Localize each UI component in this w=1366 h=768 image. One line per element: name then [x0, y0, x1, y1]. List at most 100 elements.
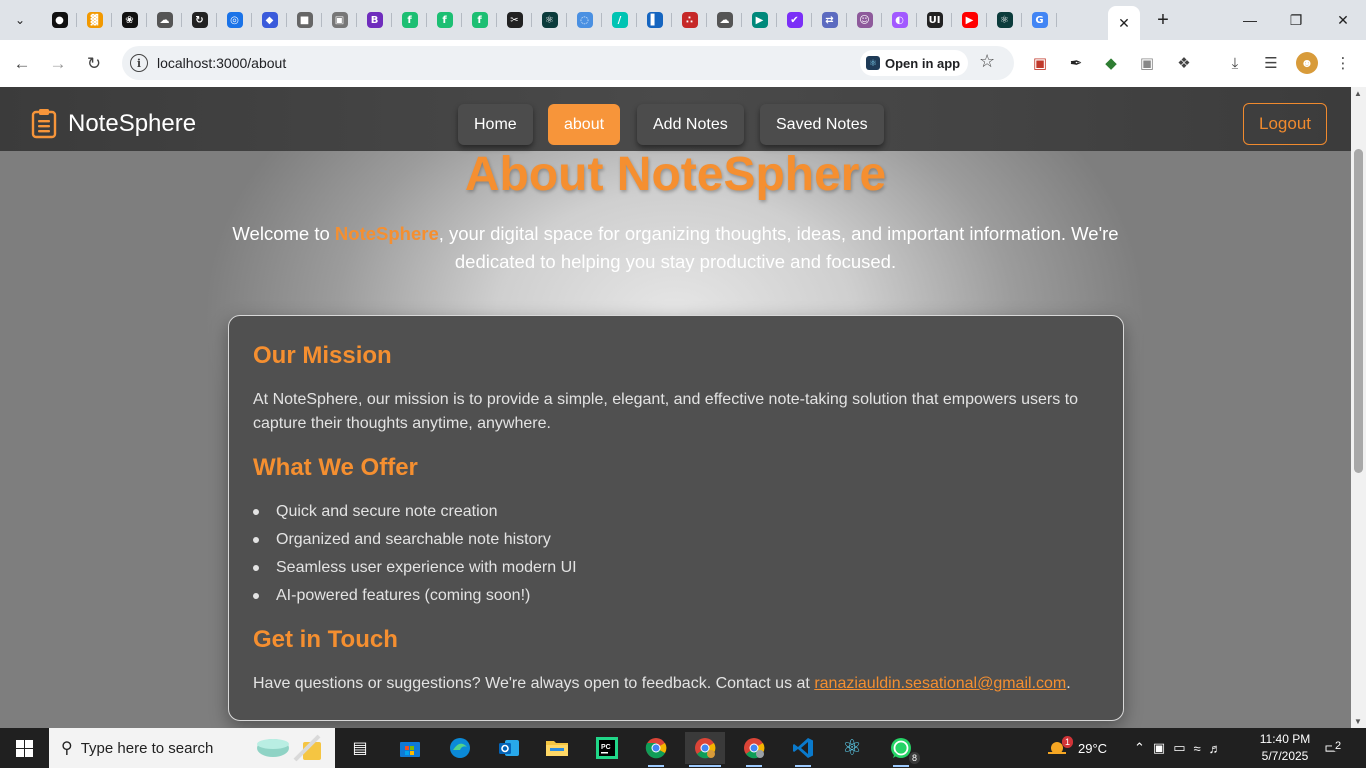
- react-devtools-icon[interactable]: ⚛: [832, 732, 872, 764]
- browser-tab[interactable]: ▶: [742, 6, 777, 34]
- clock[interactable]: 11:40 PM 5/7/2025: [1252, 731, 1318, 765]
- swap-icon: ⇄: [821, 12, 838, 28]
- edge-icon[interactable]: [440, 732, 480, 764]
- download-icon[interactable]: ⤓: [1224, 52, 1246, 74]
- browser-tab[interactable]: ▌: [637, 6, 672, 34]
- nav-about-link[interactable]: about: [548, 104, 621, 145]
- analytics-icon: ▓: [86, 12, 103, 28]
- browser-tab[interactable]: ↻: [182, 6, 217, 34]
- avatar-icon: ☺: [856, 12, 873, 28]
- browser-tab[interactable]: UI: [917, 6, 952, 34]
- scroll-up-arrow-icon[interactable]: ▲: [1354, 89, 1362, 98]
- contact-text-end: .: [1066, 675, 1071, 692]
- browser-tab[interactable]: f: [392, 6, 427, 34]
- page-title: About NoteSphere: [464, 148, 887, 201]
- browser-tab[interactable]: G: [1022, 6, 1057, 34]
- bookmark-star-icon[interactable]: ☆: [979, 51, 995, 72]
- profile-avatar[interactable]: ☻: [1296, 52, 1318, 74]
- active-tab-close-icon[interactable]: ✕: [1108, 6, 1140, 40]
- browser-tab[interactable]: ◐: [882, 6, 917, 34]
- extension-green-icon[interactable]: ◆: [1100, 52, 1122, 74]
- weather-temperature: 29°C: [1078, 740, 1108, 756]
- volume-icon[interactable]: ♬: [1209, 741, 1222, 756]
- browser-tab[interactable]: /: [602, 6, 637, 34]
- cloud-icon: ☁: [156, 12, 173, 28]
- browser-tab[interactable]: ▣: [322, 6, 357, 34]
- design-icon: /: [611, 12, 628, 28]
- about-card: Our Mission At NoteSphere, our mission i…: [228, 315, 1124, 721]
- search-icon: ⚲: [61, 740, 73, 757]
- restore-icon[interactable]: ❐: [1273, 4, 1319, 36]
- network-device-icon[interactable]: ▣: [1153, 740, 1165, 756]
- browser-tab[interactable]: ■: [287, 6, 322, 34]
- url-text[interactable]: localhost:3000/about: [157, 55, 286, 71]
- notification-count: 2: [1332, 740, 1345, 752]
- browser-menu-icon[interactable]: ⋮: [1332, 52, 1354, 74]
- search-highlight-illustration-icon: [257, 734, 321, 762]
- contact-email-link[interactable]: ranaziauldin.sesational@gmail.com: [814, 675, 1066, 692]
- vscode-icon[interactable]: [783, 732, 823, 767]
- file-explorer-icon[interactable]: [537, 732, 577, 764]
- outlook-icon[interactable]: [489, 732, 529, 764]
- browser-tab[interactable]: ⇄: [812, 6, 847, 34]
- page-scrollbar[interactable]: ▲ ▼: [1351, 87, 1366, 728]
- back-icon[interactable]: ←: [9, 51, 35, 77]
- chrome-icon[interactable]: [636, 732, 676, 767]
- browser-tab[interactable]: ◌: [567, 6, 602, 34]
- address-bar[interactable]: i localhost:3000/about ⚛ Open in app ☆: [122, 46, 1014, 80]
- nav-add-notes-link[interactable]: Add Notes: [637, 104, 744, 145]
- weather-widget[interactable]: 29°C 1: [1046, 728, 1107, 768]
- chrome-alt-profile-icon[interactable]: [734, 732, 774, 767]
- browser-tab[interactable]: ▶: [952, 6, 987, 34]
- scroll-down-arrow-icon[interactable]: ▼: [1354, 717, 1362, 726]
- brand[interactable]: NoteSphere: [31, 108, 196, 139]
- notification-center-icon[interactable]: ▭ 2: [1324, 728, 1345, 768]
- show-hidden-icons-icon[interactable]: ⌃: [1134, 740, 1145, 756]
- browser-tab[interactable]: ✂: [497, 6, 532, 34]
- scroll-thumb[interactable]: [1354, 149, 1363, 473]
- browser-tab[interactable]: ☁: [147, 6, 182, 34]
- pycharm-icon[interactable]: PC: [587, 732, 627, 764]
- browser-tab[interactable]: f: [427, 6, 462, 34]
- browser-tab[interactable]: ●: [42, 6, 77, 34]
- browser-tab[interactable]: ✔: [777, 6, 812, 34]
- minimize-icon[interactable]: —: [1227, 4, 1273, 36]
- close-window-icon[interactable]: ✕: [1320, 4, 1366, 36]
- task-view-icon[interactable]: ▤: [340, 732, 380, 764]
- browser-tab[interactable]: ❀: [112, 6, 147, 34]
- fiverr-icon: f: [436, 12, 453, 28]
- browser-tab[interactable]: ⚛: [987, 6, 1022, 34]
- taskbar-search-box[interactable]: ⚲ Type here to search: [49, 728, 335, 768]
- open-in-app-button[interactable]: ⚛ Open in app: [860, 50, 969, 76]
- extensions-puzzle-icon[interactable]: ❖: [1173, 52, 1195, 74]
- browser-tab[interactable]: ◆: [252, 6, 287, 34]
- extension-red-icon[interactable]: ▣: [1029, 52, 1051, 74]
- browser-tab[interactable]: f: [462, 6, 497, 34]
- media-control-icon[interactable]: ☰: [1260, 52, 1282, 74]
- browser-tab[interactable]: ⚛: [532, 6, 567, 34]
- browser-tab[interactable]: ∴: [672, 6, 707, 34]
- site-info-icon[interactable]: i: [130, 54, 148, 72]
- battery-meeting-icon[interactable]: ▭: [1173, 740, 1185, 756]
- nav-saved-notes-link[interactable]: Saved Notes: [760, 104, 884, 145]
- forward-icon[interactable]: →: [45, 51, 71, 77]
- browser-tab[interactable]: ▓: [77, 6, 112, 34]
- chrome-profile-icon[interactable]: [685, 732, 725, 767]
- browser-tab[interactable]: ◎: [217, 6, 252, 34]
- ms-store-icon[interactable]: [390, 732, 430, 764]
- tab-search-chevron-icon[interactable]: ⌄: [7, 8, 33, 32]
- whatsapp-icon[interactable]: 8: [881, 732, 921, 767]
- browser-tab[interactable]: B: [357, 6, 392, 34]
- intro-paragraph: Welcome to NoteSphere, your digital spac…: [230, 220, 1121, 276]
- nav-home-link[interactable]: Home: [458, 104, 533, 145]
- browser-tab[interactable]: ☺: [847, 6, 882, 34]
- ui-icon: UI: [926, 12, 943, 28]
- screenshot-icon[interactable]: ▣: [1136, 52, 1158, 74]
- eyedropper-icon[interactable]: ✒: [1065, 52, 1087, 74]
- browser-tab[interactable]: ☁: [707, 6, 742, 34]
- windows-start-icon[interactable]: [0, 728, 48, 768]
- reload-icon[interactable]: ↻: [81, 51, 107, 77]
- logout-button[interactable]: Logout: [1243, 103, 1327, 145]
- wifi-icon[interactable]: ≈: [1194, 741, 1201, 756]
- new-tab-button[interactable]: +: [1140, 4, 1186, 36]
